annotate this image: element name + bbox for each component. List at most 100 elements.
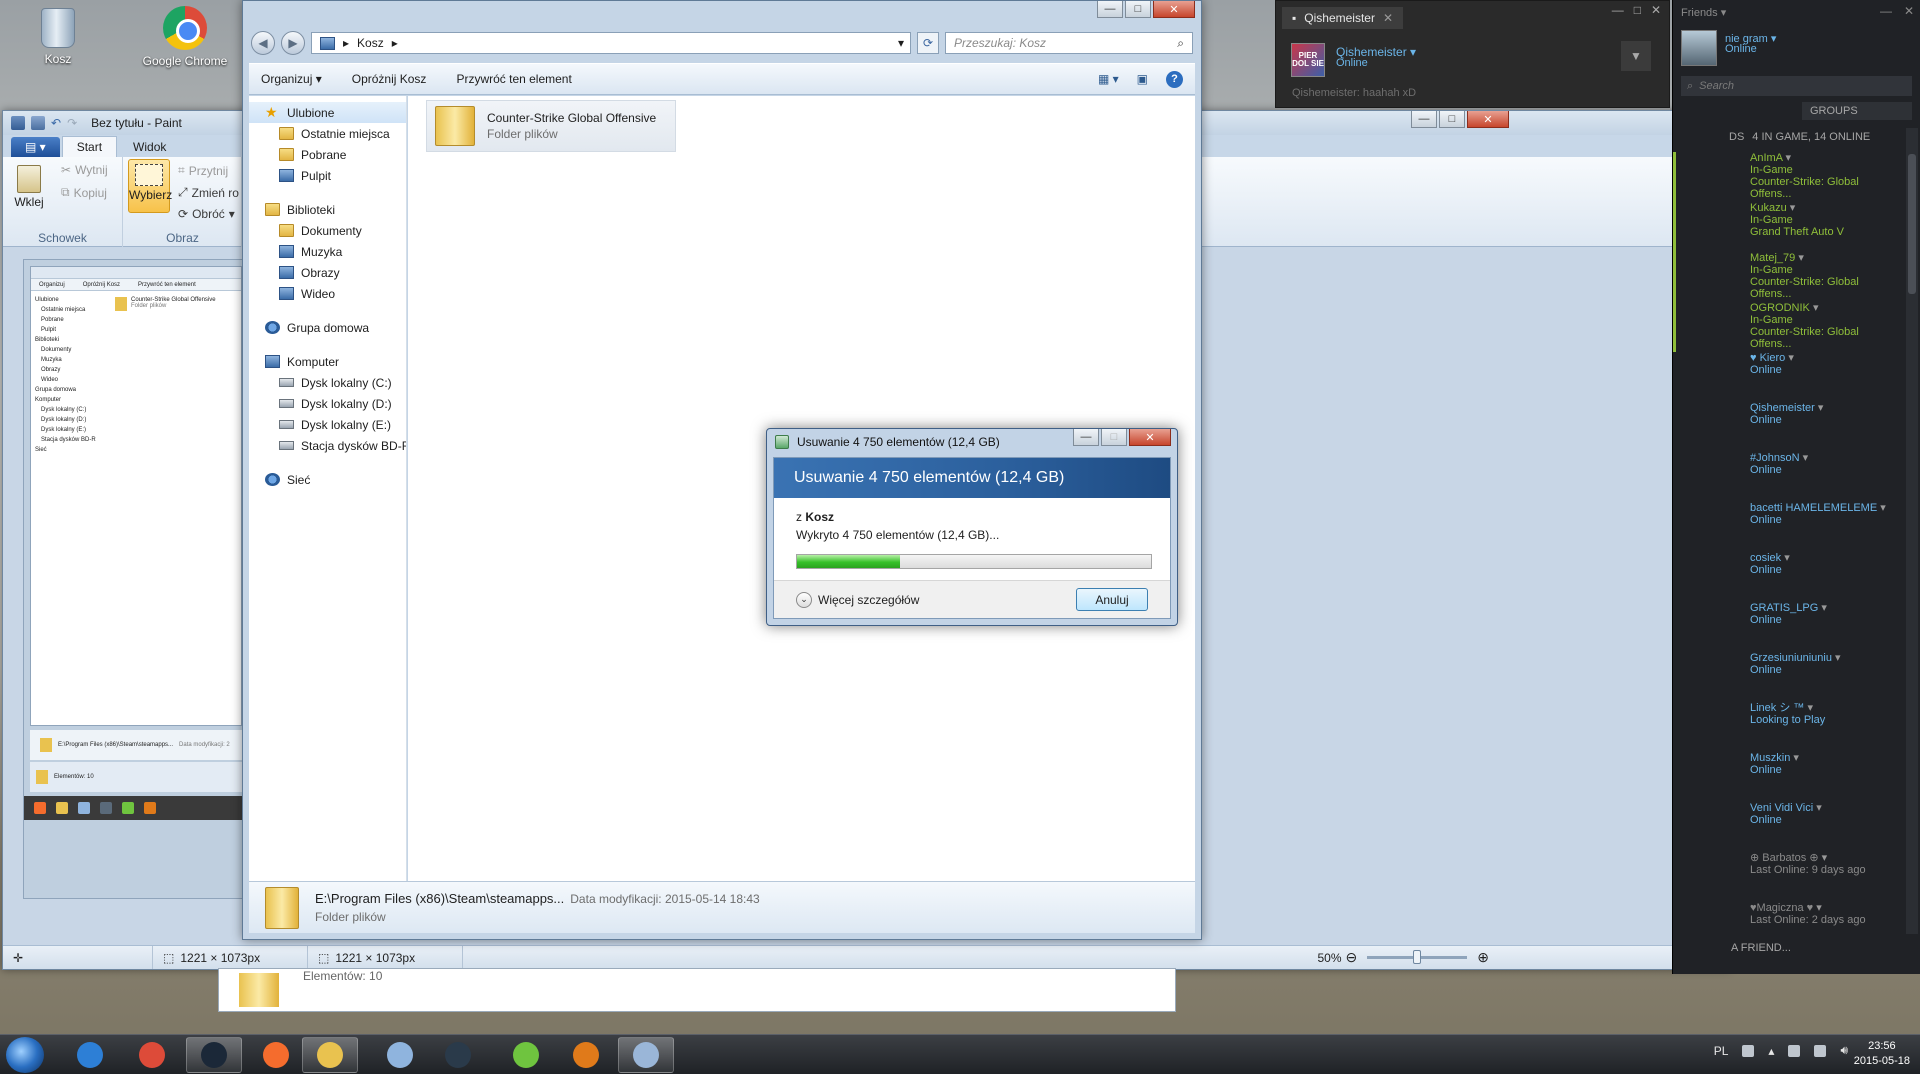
back-button[interactable]: ◀ (251, 31, 275, 55)
friend-item[interactable]: AnImA ▾ In-Game Counter-Strike: Global Off… (1673, 152, 1902, 202)
maximize-button[interactable]: □ (1634, 3, 1641, 17)
taskbar-button[interactable] (248, 1037, 304, 1073)
steam-tray-icon[interactable] (1788, 1044, 1801, 1057)
undo-icon[interactable]: ↶ (51, 116, 61, 130)
minimize-button[interactable]: — (1880, 4, 1892, 18)
help-icon[interactable]: ? (1166, 70, 1183, 88)
chevron-right-icon[interactable]: ▸ (392, 36, 398, 50)
friend-item[interactable]: OGRODNIK ▾ In-Game Counter-Strike: Global … (1673, 302, 1902, 352)
keyboard-icon[interactable] (1742, 1044, 1755, 1057)
friends-scrollbar[interactable] (1906, 128, 1918, 934)
chevron-down-icon[interactable]: ▾ (1810, 302, 1819, 314)
taskbar-button[interactable] (372, 1037, 428, 1073)
show-hidden-icons[interactable]: ▴ (1768, 1044, 1774, 1058)
chat-dropdown-button[interactable]: ▼ (1621, 41, 1651, 71)
chevron-down-icon[interactable]: ▾ (1877, 502, 1886, 514)
friend-item[interactable]: ⊕ Barbatos ⊕ ▾ Last Online: 9 days ago (1673, 852, 1902, 902)
friend-item[interactable]: Muszkin ▾ Online (1673, 752, 1902, 802)
nav-item[interactable]: Dokumenty (249, 220, 406, 241)
close-button[interactable]: ✕ (1129, 429, 1171, 446)
expand-details-button[interactable]: ⌄ (796, 591, 812, 608)
taskbar-button[interactable] (430, 1037, 486, 1073)
address-dropdown-icon[interactable]: ▾ (898, 36, 910, 50)
taskbar-button[interactable] (618, 1037, 674, 1073)
taskbar-button[interactable] (302, 1037, 358, 1073)
nav-item[interactable]: Biblioteki (249, 199, 406, 220)
chevron-down-icon[interactable]: ▾ (1804, 702, 1813, 714)
language-indicator[interactable]: PL (1714, 1044, 1729, 1058)
chevron-down-icon[interactable]: ▾ (1785, 352, 1794, 364)
friend-item[interactable]: Kukazu ▾ In-Game Grand Theft Auto V (1673, 202, 1902, 252)
chevron-down-icon[interactable]: ▾ (1815, 402, 1824, 414)
desktop-icon-recycle-bin[interactable]: Kosz (23, 4, 93, 66)
search-input[interactable]: Przeszukaj: Kosz ⌕ (945, 32, 1193, 54)
zoom-slider-handle[interactable] (1413, 950, 1422, 964)
start-button[interactable] (6, 1037, 44, 1073)
chevron-down-icon[interactable]: ▾ (1832, 652, 1841, 664)
avatar[interactable] (1681, 30, 1717, 66)
more-details-label[interactable]: Więcej szczegółów (818, 593, 919, 607)
paint-menu-button[interactable]: ▤ ▾ (11, 137, 60, 157)
chevron-down-icon[interactable]: ▾ (1813, 902, 1822, 914)
breadcrumb-kosz[interactable]: Kosz (357, 36, 384, 50)
chevron-down-icon[interactable]: ▾ (1819, 852, 1828, 864)
friend-item[interactable]: bacetti HAMELEMELEME ▾ Online (1673, 502, 1902, 552)
tab-groups[interactable]: GROUPS (1802, 102, 1912, 120)
taskbar-button[interactable] (124, 1037, 180, 1073)
chevron-down-icon[interactable]: ▾ (1813, 802, 1822, 814)
nav-item[interactable]: Pulpit (249, 165, 406, 186)
minimize-button[interactable]: — (1073, 429, 1099, 446)
nav-item[interactable]: ★ Ulubione (249, 102, 406, 123)
nav-item[interactable]: Dysk lokalny (E:) (249, 414, 406, 435)
resize-button[interactable]: ⤢ Zmień ro (178, 185, 239, 200)
redo-icon[interactable]: ↷ (67, 116, 77, 130)
friend-item[interactable]: ♥ Kiero ▾ Online (1673, 352, 1902, 402)
pasted-screenshot[interactable]: Organizuj Opróżnij Kosz Przywróć ten ele… (23, 259, 243, 899)
tab-start[interactable]: Start (61, 136, 118, 157)
maximize-button[interactable]: □ (1125, 1, 1151, 18)
nav-item[interactable]: Grupa domowa (249, 317, 406, 338)
nav-item[interactable]: Pobrane (249, 144, 406, 165)
nav-item[interactable]: Dysk lokalny (D:) (249, 393, 406, 414)
nav-item[interactable]: Komputer (249, 351, 406, 372)
copy-button[interactable]: ⧉ Kopiuj (61, 185, 107, 200)
save-icon[interactable] (31, 116, 45, 130)
friend-item[interactable]: Grzesiuniuniuniu ▾ Online (1673, 652, 1902, 702)
nav-item[interactable]: Obrazy (249, 262, 406, 283)
friend-item[interactable]: GRATIS_LPG ▾ Online (1673, 602, 1902, 652)
friends-title[interactable]: Friends ▾ (1681, 6, 1726, 19)
chevron-down-icon[interactable]: ▾ (1800, 452, 1809, 464)
close-button[interactable]: ✕ (1153, 1, 1195, 18)
cancel-button[interactable]: Anuluj (1076, 588, 1148, 611)
chevron-down-icon[interactable]: ▾ (1790, 752, 1799, 764)
chat-tab[interactable]: ▪ Qishemeister ✕ (1282, 7, 1404, 29)
zoom-out-icon[interactable]: ⊖ (1346, 949, 1358, 966)
avatar[interactable]: PIER DOL SIE (1291, 43, 1325, 77)
nav-item[interactable]: Ostatnie miejsca (249, 123, 406, 144)
chevron-down-icon[interactable]: ▾ (1781, 552, 1790, 564)
scrollbar-thumb[interactable] (1908, 154, 1916, 294)
volume-icon[interactable]: 🔊︎ (1840, 1043, 1848, 1058)
taskbar-button[interactable] (186, 1037, 242, 1073)
friend-item[interactable]: Qishemeister ▾ Online (1673, 402, 1902, 452)
minimize-button[interactable]: — (1411, 111, 1437, 128)
friends-search-input[interactable]: ⌕ Search (1681, 76, 1912, 96)
crop-button[interactable]: ⌗ Przytnij (178, 163, 228, 178)
paint-app-icon[interactable] (11, 116, 25, 130)
taskbar-button[interactable] (558, 1037, 614, 1073)
friend-item[interactable]: Veni Vidi Vici ▾ Online (1673, 802, 1902, 852)
chevron-down-icon[interactable]: ▾ (1787, 202, 1796, 214)
friend-item[interactable]: #JohnsoN ▾ Online (1673, 452, 1902, 502)
desktop-icon-chrome[interactable]: Google Chrome (140, 4, 230, 68)
forward-button[interactable]: ▶ (281, 31, 305, 55)
zoom-in-icon[interactable]: ⊕ (1477, 949, 1489, 966)
nav-item[interactable]: Sieć (249, 469, 406, 490)
chevron-down-icon[interactable]: ▾ (1795, 252, 1804, 264)
minimize-button[interactable]: — (1612, 3, 1624, 17)
network-icon[interactable] (1814, 1044, 1827, 1057)
cut-button[interactable]: ✂ Wytnij (61, 163, 108, 177)
friend-item[interactable]: Matej_79 ▾ In-Game Counter-Strike: Global … (1673, 252, 1902, 302)
chevron-down-icon[interactable]: ▾ (1818, 602, 1827, 614)
nav-item[interactable]: Stacja dysków BD-R (249, 435, 406, 456)
nav-item[interactable]: Dysk lokalny (C:) (249, 372, 406, 393)
